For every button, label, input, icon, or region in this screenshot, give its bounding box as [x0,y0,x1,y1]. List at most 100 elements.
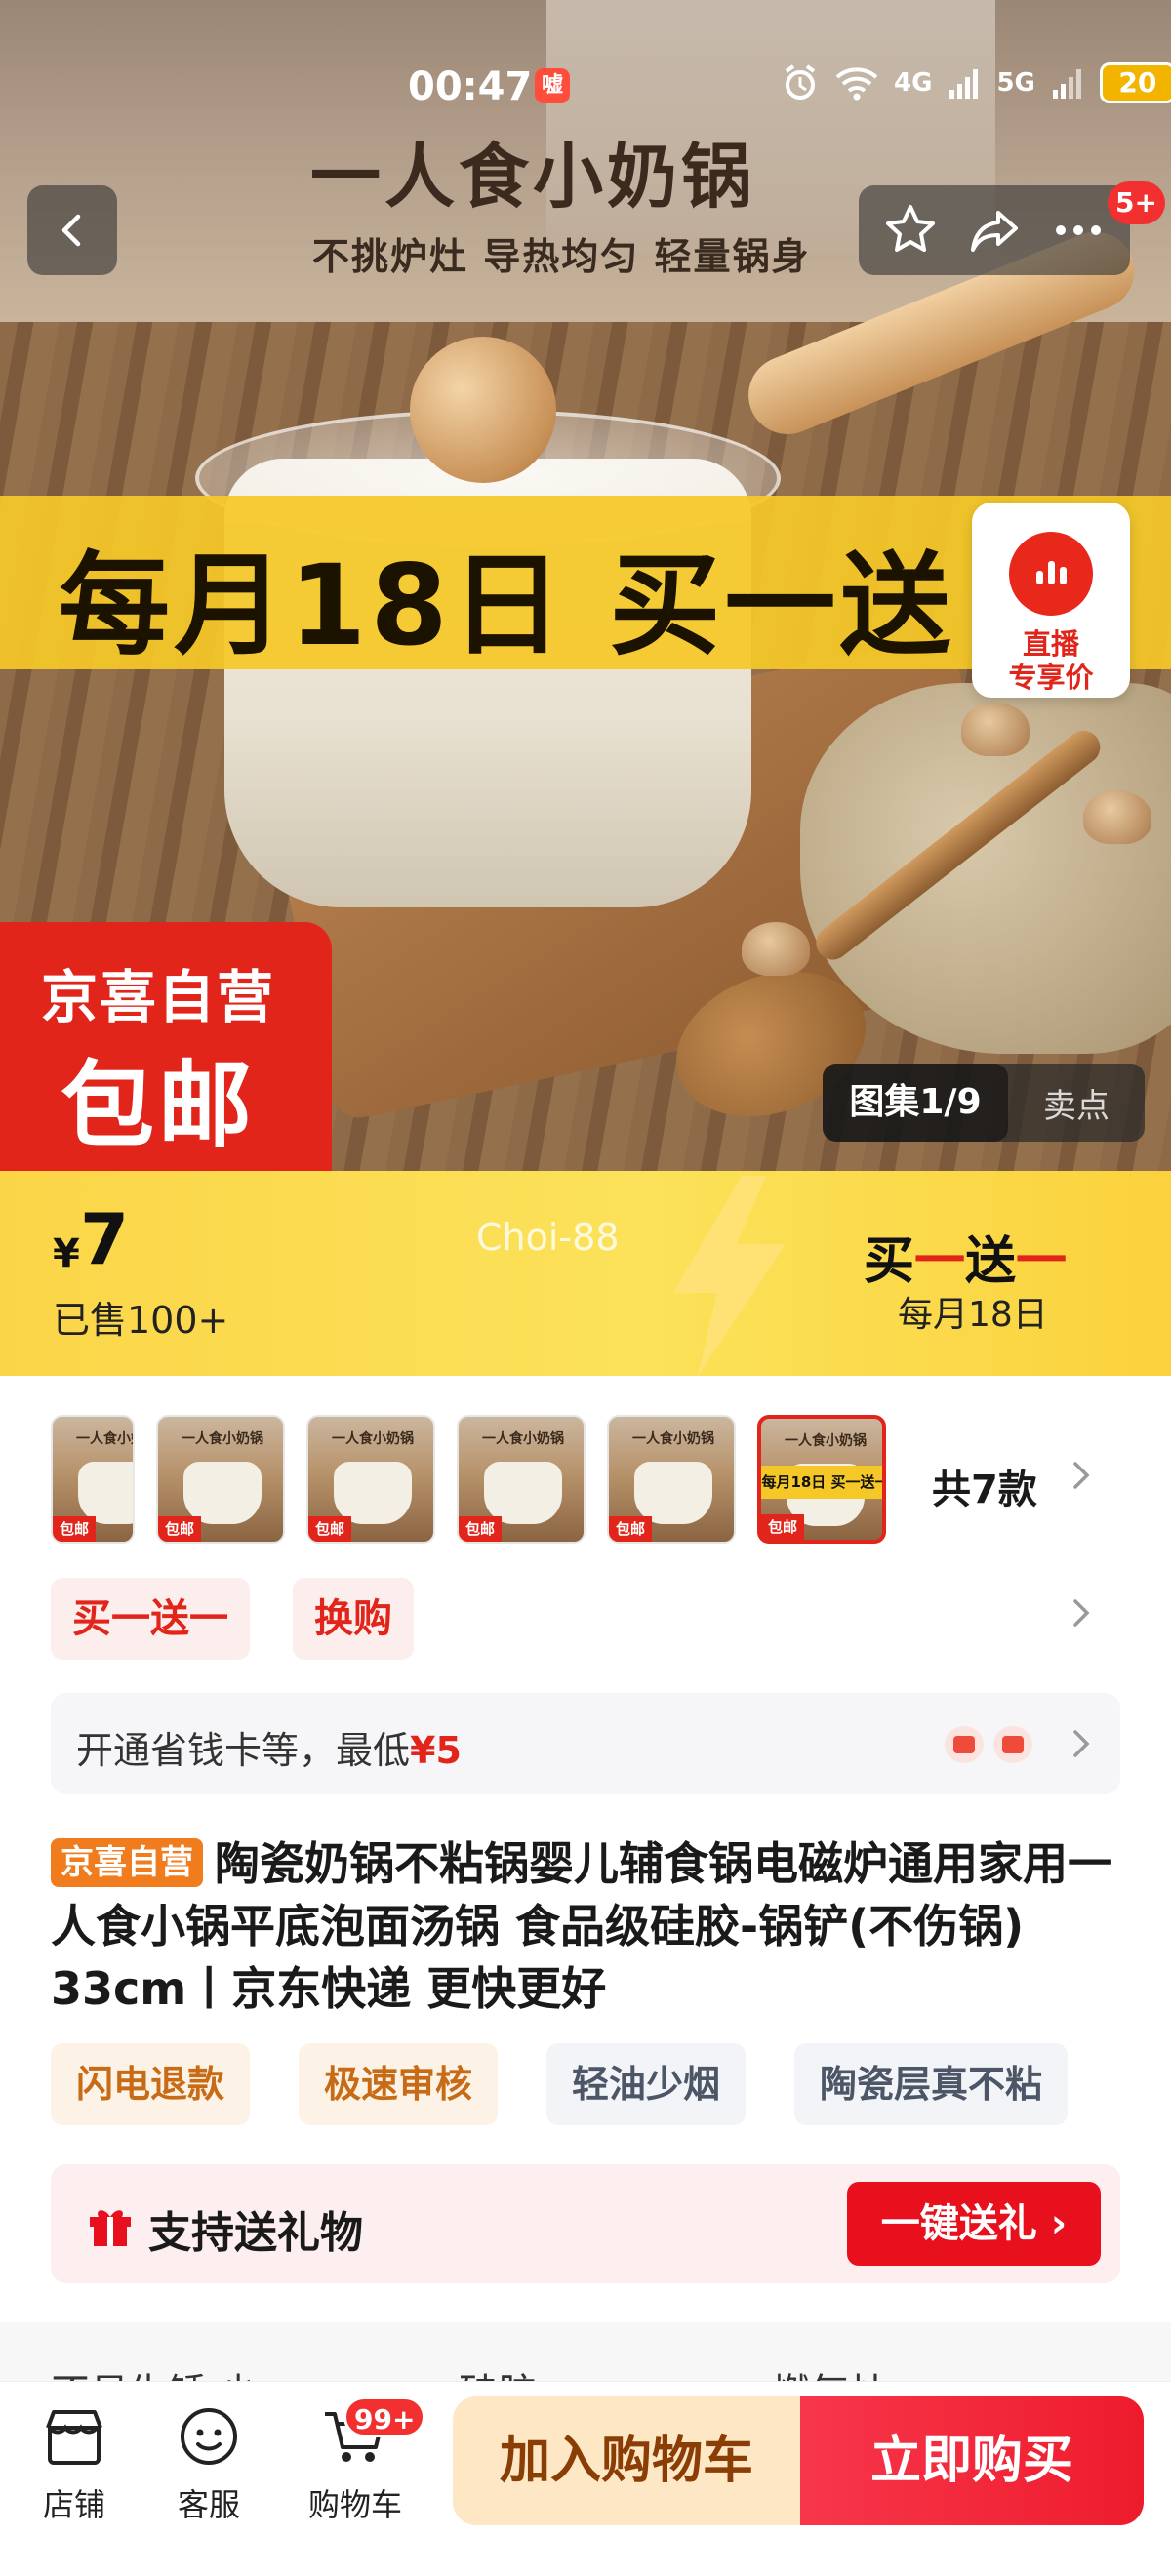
cart-count-badge: 99+ [343,2396,426,2437]
jingxi-self-operated-badge: 京喜自营 [51,1838,203,1887]
more-notification-badge: 5+ [1108,181,1165,224]
feature-tag-less-oil: 轻油少烟 [546,2043,747,2125]
thumb-caption: 一人食小奶锅 [76,1431,133,1447]
chevron-right-icon[interactable] [1070,1456,1093,1495]
promo-tag-bogo[interactable]: 买一送一 [51,1578,250,1660]
share-icon[interactable] [965,201,1024,260]
chevron-left-icon [61,214,81,247]
add-to-cart-button[interactable]: 加入购物车 [453,2396,800,2525]
feature-tag-nonstick: 陶瓷层真不粘 [794,2043,1069,2125]
thumb-pot [183,1462,262,1524]
network-5g-label: 5G [996,68,1035,98]
app-notification-icon: 嘘 [535,68,570,103]
hero-subtitle: 不挑炉灶 导热均匀 轻量锅身 [312,235,811,278]
status-time: 00:47 [408,64,533,109]
hero-title: 一人食小奶锅 [310,136,756,218]
savings-label: 开通省钱卡等，最低 [76,1729,411,1772]
thumb-promo-band: 每月18日 买一送一 [761,1466,882,1499]
top-action-group [859,185,1130,275]
lightning-icon [673,1176,786,1376]
promo-date: 每月18日 [898,1295,1048,1335]
battery-indicator: 20 [1099,62,1171,103]
thumb-tag: 包邮 [158,1516,201,1542]
sold-count: 已售100+ [53,1299,229,1342]
thumb-pot [334,1462,412,1524]
thumb-pot [78,1462,133,1524]
buy-one-get-one-label: 买一送一 [864,1220,1067,1293]
price-value: 7 [80,1198,130,1280]
service-label: 客服 [177,2486,240,2523]
thumb-caption: 一人食小奶锅 [632,1431,714,1447]
watermark-text: Choi-88 [476,1216,620,1259]
cart-label: 购物车 [307,2486,402,2523]
thumb-caption: 一人食小奶锅 [785,1433,867,1449]
promo-get: 送 [965,1232,1017,1291]
promo-buy: 买 [864,1232,915,1291]
chevron-right-icon[interactable] [1070,1593,1093,1632]
selling-points-tab[interactable]: 卖点 [1008,1079,1145,1127]
feature-tag-review: 极速审核 [299,2043,499,2125]
thumb-caption: 一人食小奶锅 [482,1431,564,1447]
thumb-caption: 一人食小奶锅 [182,1431,263,1447]
jingxi-free-shipping-badge: 京喜自营 包邮 [0,922,332,1171]
buy-now-button[interactable]: 立即购买 [800,2396,1144,2525]
thumb-caption: 一人食小奶锅 [332,1431,414,1447]
badge-line-2: 包邮 [61,1051,256,1160]
hero-promo-text: 每月18日 买一送 [59,541,955,670]
promo-tag-exchange[interactable]: 换购 [293,1578,414,1660]
thumb-pot [484,1462,562,1524]
mushroom [1083,790,1151,844]
thumb-tag: 包邮 [459,1516,502,1542]
chevron-right-icon [1073,1730,1090,1757]
lid-knob [410,337,556,483]
shop-label: 店铺 [42,2486,105,2523]
thumb-tag: 包邮 [308,1516,351,1542]
variant-thumb-selected[interactable]: 一人食小奶锅每月18日 买一送一包邮 [757,1415,886,1544]
alarm-icon [785,64,816,100]
live-bars-icon [1036,561,1067,584]
more-icon[interactable] [1049,201,1108,260]
gallery-switcher: 图集1/9 卖点 [823,1064,1145,1142]
promo-one: 一 [914,1232,966,1291]
feature-tag-refund: 闪电退款 [51,2043,251,2125]
coupon-icon [945,1726,984,1763]
star-icon[interactable] [881,201,940,260]
customer-service-button[interactable]: 客服 [150,2402,267,2525]
thumb-tag: 包邮 [609,1516,652,1542]
thumb-pot [634,1462,712,1524]
card-icon [993,1726,1032,1763]
back-button[interactable] [27,185,117,275]
variant-thumb[interactable]: 一人食小奶锅包邮 [306,1415,435,1544]
shop-icon [46,2410,102,2465]
send-gift-button[interactable]: 一键送礼 › [847,2182,1101,2266]
savings-text: 开通省钱卡等，最低¥5 [76,1720,462,1774]
status-icons: 4G 5G 20 [781,62,1171,103]
savings-price: ¥5 [410,1729,462,1772]
variant-thumb[interactable]: 一人食小奶锅包邮 [156,1415,285,1544]
variant-count[interactable]: 共7款 [932,1458,1037,1514]
gift-icon [90,2210,131,2246]
wifi-icon [835,67,878,101]
thumb-tag: 包邮 [53,1516,96,1542]
mushroom [742,922,810,976]
product-title-text: 陶瓷奶锅不粘锅婴儿辅食锅电磁炉通用家用一人食小锅平底泡面汤锅 食品级硅胶-锅铲(… [51,1837,1112,2015]
thumb-tag: 包邮 [761,1514,804,1540]
variant-thumbnails: 一人食小奶锅包邮 一人食小奶锅包邮 一人食小奶锅包邮 一人食小奶锅包邮 一人食小… [51,1415,886,1544]
variant-thumb[interactable]: 一人食小奶锅包邮 [607,1415,736,1544]
gallery-tab[interactable]: 图集1/9 [823,1064,1008,1142]
price-currency: ¥ [53,1231,80,1276]
promo-one-2: 一 [1016,1232,1068,1291]
live-price-label: 专享价 [1008,661,1094,694]
mushroom [961,703,1030,756]
variant-thumb[interactable]: 一人食小奶锅包邮 [51,1415,135,1544]
variant-thumb[interactable]: 一人食小奶锅包邮 [457,1415,586,1544]
gift-label: 支持送礼物 [148,2208,363,2258]
shop-button[interactable]: 店铺 [16,2402,133,2525]
service-icon [181,2408,237,2465]
live-price-card[interactable]: 直播 专享价 [972,503,1130,698]
badge-line-1: 京喜自营 [41,964,276,1030]
network-4g-label: 4G [894,68,933,98]
savings-card-row[interactable]: 开通省钱卡等，最低¥5 [51,1693,1120,1794]
live-icon [1009,532,1093,616]
signal-icon [1052,69,1081,99]
